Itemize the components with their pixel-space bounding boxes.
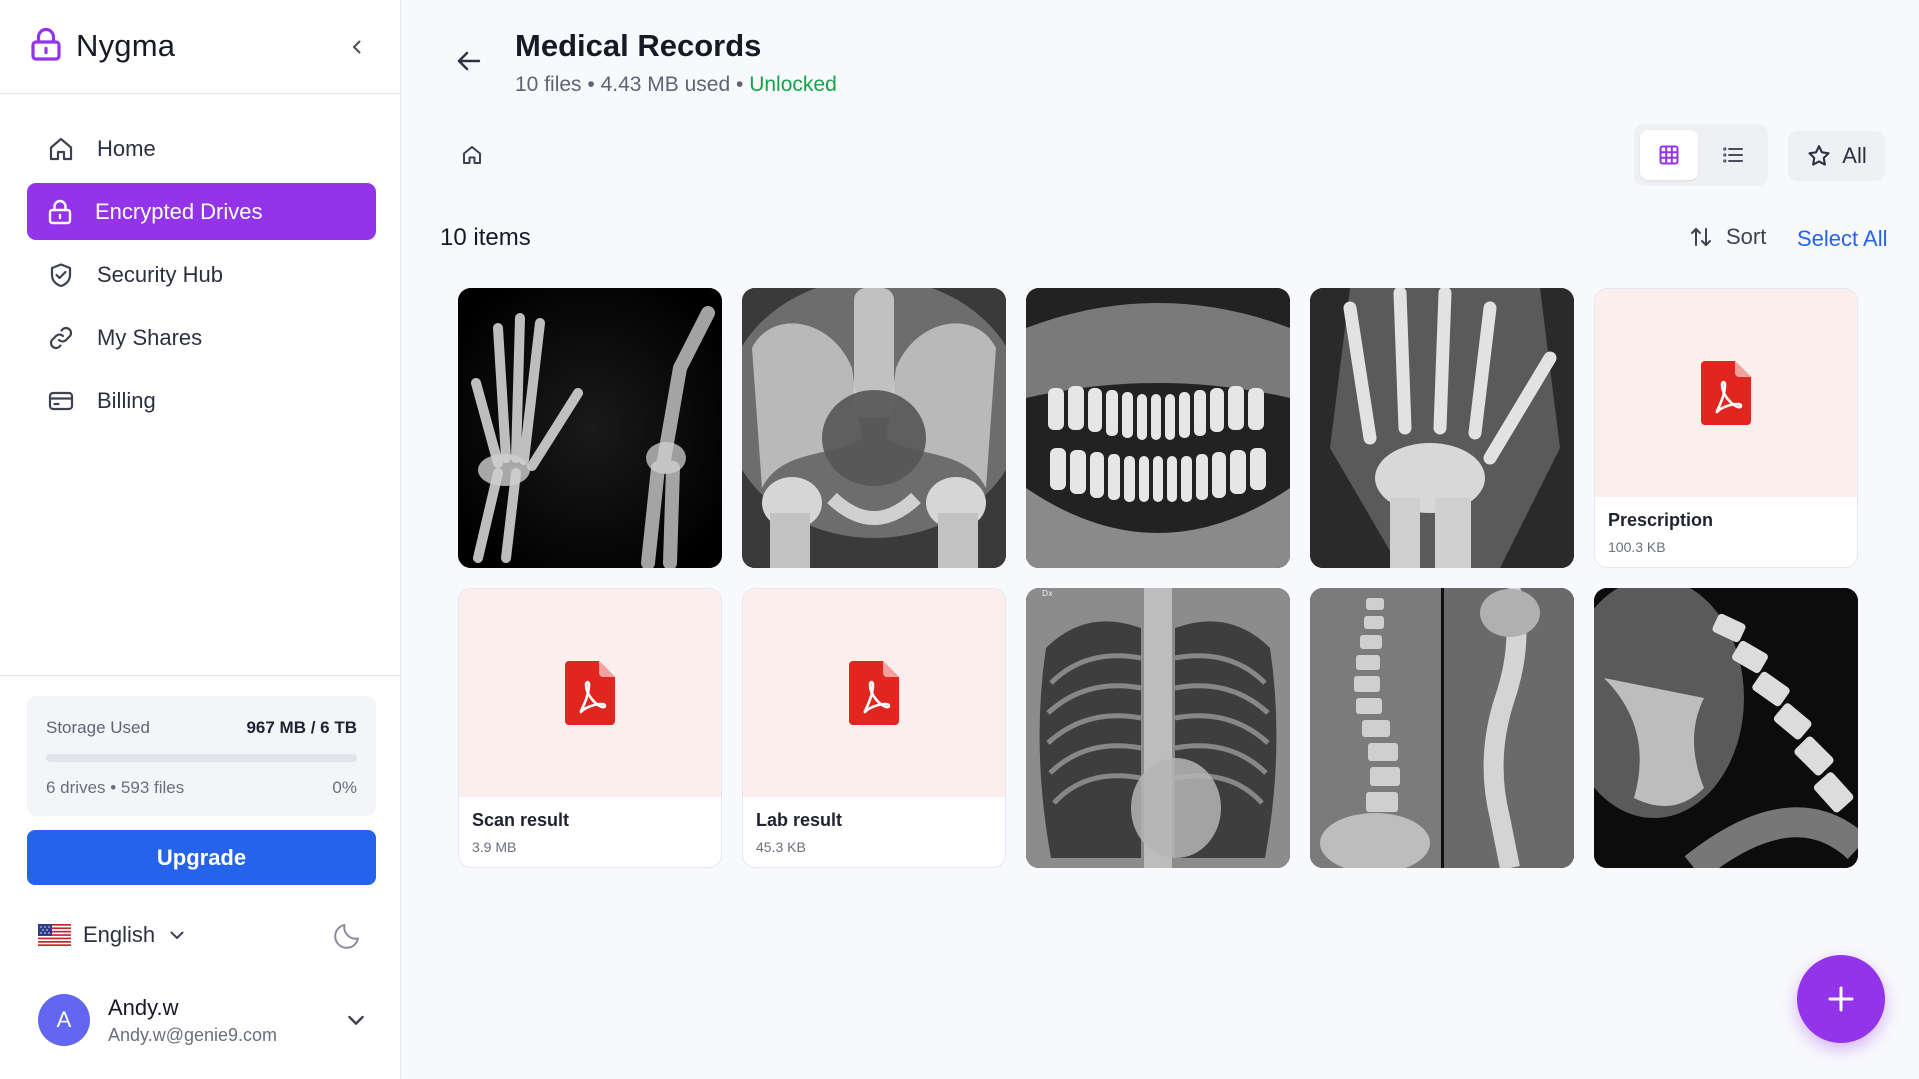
storage-meta: 6 drives • 593 files xyxy=(46,778,185,797)
chevron-down-icon xyxy=(348,1015,364,1025)
file-name: Prescription xyxy=(1608,510,1714,530)
image-tile-chest-xray[interactable]: Dx xyxy=(1026,588,1290,868)
pdf-preview xyxy=(459,589,721,797)
xray-caption: Dx xyxy=(1042,589,1053,598)
storage-label: Storage Used xyxy=(46,718,150,737)
xray-thumbnail xyxy=(1026,288,1290,568)
favorites-filter-button[interactable]: All xyxy=(1788,131,1885,181)
home-icon xyxy=(463,146,481,164)
file-name: Lab result xyxy=(756,810,843,830)
lock-icon xyxy=(48,199,72,224)
user-name: Andy.w xyxy=(108,994,179,1020)
file-grid: Prescription 100.3 KB Scan result 3.9 MB… xyxy=(458,288,1858,868)
back-button[interactable] xyxy=(452,44,486,78)
storage-value: 967 MB / 6 TB xyxy=(246,718,357,737)
xray-thumbnail xyxy=(1594,588,1858,868)
pdf-icon xyxy=(565,661,615,725)
storage-card: Storage Used 967 MB / 6 TB 6 drives • 59… xyxy=(27,696,376,816)
pdf-preview xyxy=(1595,289,1857,497)
storage-progress-bar xyxy=(46,754,357,762)
file-size: 3.9 MB xyxy=(472,839,517,855)
image-tile-dental-panoramic-xray[interactable] xyxy=(1026,288,1290,568)
storage-percent: 0% xyxy=(332,778,357,797)
home-icon xyxy=(49,137,73,160)
star-icon xyxy=(1808,145,1830,166)
list-icon xyxy=(1723,147,1743,163)
lock-icon xyxy=(30,27,62,66)
file-size: 45.3 KB xyxy=(756,839,806,855)
grid-icon xyxy=(1659,145,1679,165)
plus-icon xyxy=(1828,986,1854,1012)
file-tile-lab-result[interactable]: Lab result 45.3 KB xyxy=(742,588,1006,868)
app-name: Nygma xyxy=(76,28,176,63)
language-selector[interactable]: English xyxy=(38,918,187,952)
brand[interactable]: Nygma xyxy=(30,26,175,66)
sidebar-item-label: Security Hub xyxy=(97,261,223,287)
sidebar-item-label: My Shares xyxy=(97,324,203,350)
filter-label: All xyxy=(1842,143,1867,168)
xray-thumbnail xyxy=(1310,288,1574,568)
list-view-button[interactable] xyxy=(1704,130,1762,180)
moon-icon xyxy=(334,924,359,949)
grid-view-button[interactable] xyxy=(1640,130,1698,180)
xray-thumbnail xyxy=(742,288,1006,568)
us-flag-icon xyxy=(38,924,71,946)
sidebar-item-home[interactable]: Home xyxy=(27,120,376,177)
sidebar-nav: Home Encrypted Drives Security Hub My Sh… xyxy=(27,120,376,435)
sidebar-item-billing[interactable]: Billing xyxy=(27,372,376,429)
sidebar-item-label: Billing xyxy=(97,387,156,413)
image-tile-spine-xray-pair[interactable] xyxy=(1310,588,1574,868)
sort-button[interactable]: Sort xyxy=(1688,224,1766,250)
image-tile-pelvis-xray[interactable] xyxy=(742,288,1006,568)
view-toggle xyxy=(1634,124,1768,186)
sidebar-item-security-hub[interactable]: Security Hub xyxy=(27,246,376,303)
sidebar-divider xyxy=(0,93,401,94)
theme-toggle-button[interactable] xyxy=(331,916,367,952)
file-tile-prescription[interactable]: Prescription 100.3 KB xyxy=(1594,288,1858,568)
page-title: Medical Records xyxy=(515,28,762,63)
sidebar-item-label: Home xyxy=(97,135,156,161)
user-email: Andy.w@genie9.com xyxy=(108,1024,278,1045)
xray-thumbnail: Dx xyxy=(1026,588,1290,868)
upgrade-button[interactable]: Upgrade xyxy=(27,830,376,885)
breadcrumb-home[interactable] xyxy=(460,143,484,167)
sidebar-item-my-shares[interactable]: My Shares xyxy=(27,309,376,366)
pdf-icon xyxy=(1701,361,1751,425)
chevron-left-icon xyxy=(353,40,361,54)
sort-icon xyxy=(1691,228,1711,246)
user-menu[interactable]: A Andy.w Andy.w@genie9.com xyxy=(38,988,368,1052)
file-size: 100.3 KB xyxy=(1608,539,1666,555)
pdf-preview xyxy=(743,589,1005,797)
image-tile-cervical-spine-xray[interactable] xyxy=(1594,588,1858,868)
file-tile-scan-result[interactable]: Scan result 3.9 MB xyxy=(458,588,722,868)
link-icon xyxy=(49,326,73,349)
image-tile-hand-xray[interactable] xyxy=(1310,288,1574,568)
language-label: English xyxy=(83,922,156,947)
pdf-icon xyxy=(849,661,899,725)
items-count: 10 items xyxy=(440,224,531,251)
shield-check-icon xyxy=(50,262,72,287)
chevron-down-icon xyxy=(170,931,184,939)
xray-thumbnail xyxy=(458,288,722,568)
status-badge: Unlocked xyxy=(749,73,837,96)
file-name: Scan result xyxy=(472,810,570,830)
sidebar: Nygma Home Encrypted Drives Security Hub… xyxy=(0,0,401,1079)
subtitle-separator: • xyxy=(581,73,601,96)
sidebar-divider xyxy=(0,675,401,676)
sidebar-item-encrypted-drives[interactable]: Encrypted Drives xyxy=(27,183,376,240)
select-all-button[interactable]: Select All xyxy=(1797,226,1888,252)
arrow-left-icon xyxy=(457,51,481,71)
add-file-button[interactable] xyxy=(1797,955,1885,1043)
xray-thumbnail xyxy=(1310,588,1574,868)
file-count: 10 files xyxy=(515,73,582,96)
collapse-sidebar-button[interactable] xyxy=(340,30,374,64)
sort-label: Sort xyxy=(1726,224,1767,249)
credit-card-icon xyxy=(48,391,74,410)
used-space: 4.43 MB used xyxy=(600,73,731,96)
sidebar-item-label: Encrypted Drives xyxy=(95,198,263,224)
image-tile-hand-xray-pair[interactable] xyxy=(458,288,722,568)
subtitle-separator: • xyxy=(730,73,750,96)
page-subtitle: 10 files • 4.43 MB used • Unlocked xyxy=(515,73,837,97)
avatar: A xyxy=(38,994,90,1046)
